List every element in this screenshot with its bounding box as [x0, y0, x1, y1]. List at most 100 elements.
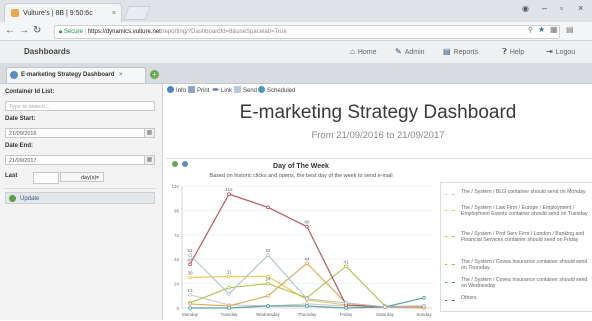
x-tick-label: Saturday: [376, 312, 395, 317]
data-point: [422, 304, 426, 308]
data-point: [305, 304, 309, 308]
dashboard-tab-label: E-marketing Strategy Dashboard: [21, 72, 115, 78]
dashboard-date-range: From 21/09/2016 to 21/09/2017: [311, 130, 445, 141]
print-icon: [188, 86, 195, 93]
chevron-down-icon: ▼: [95, 175, 100, 181]
x-tick-label: Wednesday: [256, 312, 280, 317]
data-point: [266, 304, 270, 308]
zoom-icon[interactable]: ⚲: [528, 26, 533, 34]
data-label: 24: [265, 277, 271, 282]
container-search-input[interactable]: Type to search...: [5, 101, 155, 111]
url-host: https://dynamics.vulture.net: [87, 29, 161, 35]
close-tab-icon[interactable]: ×: [112, 4, 116, 22]
close-window-icon[interactable]: ×: [578, 3, 583, 13]
scheduled-button[interactable]: Scheduled: [258, 84, 295, 98]
link-icon: [212, 88, 219, 91]
nav-logout[interactable]: ⇥ Logou: [546, 41, 575, 64]
refresh-icon: [9, 195, 16, 202]
dashboard-tab-strip: E-marketing Strategy Dashboard × +: [0, 64, 592, 84]
data-point: [383, 305, 387, 309]
data-label: 41: [343, 259, 349, 264]
y-tick-label: 48: [174, 257, 180, 262]
back-icon[interactable]: ←: [5, 22, 15, 40]
chart-legend: The / System / BLG container should send…: [440, 182, 592, 312]
legend-item[interactable]: The / System / Law Firm / Europe / Emplo…: [461, 205, 591, 217]
legend-marker: [445, 279, 455, 284]
update-button[interactable]: Update: [5, 192, 155, 204]
legend-item[interactable]: The / System / Covea Insurance container…: [461, 259, 591, 271]
app-brand[interactable]: Dashboards: [24, 41, 70, 63]
send-button[interactable]: Send: [234, 84, 257, 98]
date-start-input[interactable]: 21/09/2016 ▦: [5, 128, 155, 138]
legend-item[interactable]: The / System / Prof Serv Firm / London /…: [461, 231, 591, 243]
data-point: [305, 261, 309, 266]
data-point: [227, 192, 231, 196]
clock-icon: [258, 86, 265, 93]
data-label: 52: [265, 248, 271, 253]
info-button[interactable]: Info: [167, 84, 186, 98]
link-button[interactable]: Link: [212, 84, 232, 98]
calendar-icon[interactable]: ▦: [144, 156, 154, 164]
data-point: [266, 205, 270, 210]
data-point: [305, 297, 309, 301]
nav-help[interactable]: ❓︎ Help: [502, 41, 524, 64]
last-unit-select[interactable]: day(s) ▼: [60, 172, 104, 182]
data-point: [227, 274, 231, 279]
y-tick-label: 120: [171, 184, 179, 189]
menu-icon[interactable]: ▤: [566, 25, 574, 34]
minimize-icon[interactable]: –: [542, 3, 547, 13]
dashboard-toolbar: Info Print Link Send Scheduled: [164, 84, 592, 98]
logout-icon: ⇥: [546, 47, 553, 56]
data-label: 44: [304, 256, 310, 261]
secure-label: Secure: [63, 29, 83, 35]
legend-item[interactable]: The / System / Covea Insurance container…: [461, 277, 591, 289]
browser-tab[interactable]: Vulture's | 8B | 9:50:6c ×: [4, 3, 122, 22]
x-tick-label: Sunday: [416, 312, 432, 317]
x-tick-label: Thursday: [298, 312, 318, 317]
print-button[interactable]: Print: [188, 84, 209, 98]
calendar-icon[interactable]: ▦: [144, 129, 154, 137]
dashboard-tab[interactable]: E-marketing Strategy Dashboard ×: [6, 67, 146, 83]
add-dashboard-icon[interactable]: +: [150, 70, 159, 79]
reload-icon[interactable]: ↻: [33, 22, 41, 40]
legend-marker: [445, 207, 455, 212]
data-point: [422, 296, 426, 300]
data-point: [305, 224, 309, 229]
data-point: [188, 262, 192, 267]
last-count-input[interactable]: [33, 172, 59, 184]
url-field[interactable]: 🔒︎ Secure | https://dynamics.vulture.net…: [54, 25, 560, 39]
data-point: [227, 285, 231, 290]
legend-item[interactable]: Others: [461, 295, 591, 301]
data-point: [266, 253, 270, 257]
filter-panel: Container Id List: Type to search... Dat…: [0, 84, 163, 320]
data-point: [188, 275, 192, 280]
bookmark-star-icon[interactable]: ★: [538, 25, 545, 34]
container-id-label: Container Id List:: [5, 89, 55, 95]
y-tick-label: 24: [174, 282, 180, 287]
profile-icon[interactable]: ◉: [522, 4, 529, 13]
data-point: [188, 302, 192, 306]
envelope-icon: [234, 86, 241, 93]
forward-icon[interactable]: →: [19, 22, 29, 40]
data-point: [344, 264, 348, 269]
new-tab-button[interactable]: [123, 6, 151, 20]
nav-admin[interactable]: ✎ Admin: [395, 41, 425, 64]
browser-tab-title: Vulture's | 8B | 9:50:6c: [23, 10, 93, 17]
extension-icon[interactable]: ▦: [550, 25, 558, 34]
last-label: Last: [5, 173, 18, 179]
nav-home[interactable]: ⌂ Home: [350, 41, 377, 64]
date-end-label: Date End:: [5, 143, 34, 149]
data-label: 80: [304, 220, 310, 225]
nav-reports[interactable]: ▤ Reports: [443, 41, 478, 64]
chart-subtitle: Based on historic clicks and opens, the …: [209, 173, 393, 179]
data-point: [266, 281, 270, 286]
date-end-input[interactable]: 21/09/2017 ▦: [5, 155, 155, 165]
data-point: [188, 253, 192, 257]
info-icon: [167, 86, 174, 93]
x-tick-label: Monday: [182, 312, 199, 317]
dashboard-icon: [10, 71, 18, 79]
dashboard-tab-close-icon[interactable]: ×: [119, 72, 123, 78]
wrench-icon: ✎: [395, 47, 402, 56]
maximize-icon[interactable]: ▫: [560, 3, 563, 13]
legend-item[interactable]: The / System / BLG container should send…: [461, 189, 591, 195]
